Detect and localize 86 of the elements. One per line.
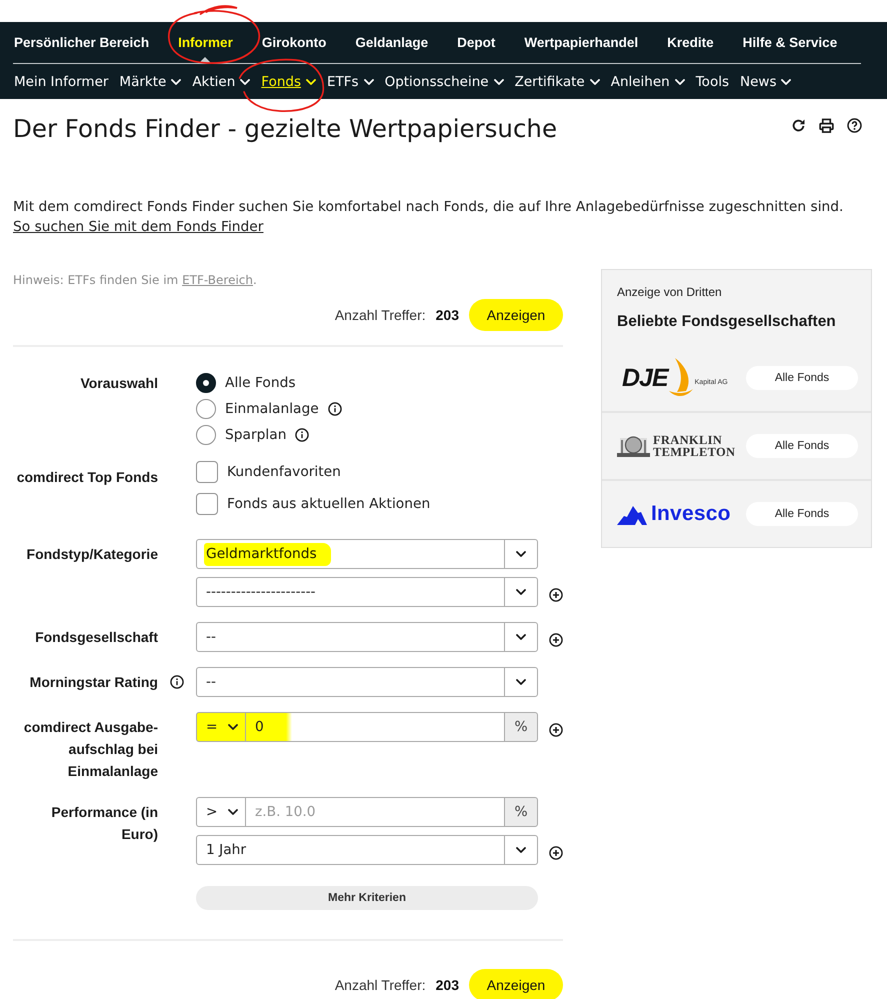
field-label: Vorauswahl — [79, 374, 158, 393]
more-criteria-button[interactable]: Mehr Kriterien — [196, 886, 538, 910]
unit-label: % — [504, 797, 538, 827]
subnav-link[interactable]: News — [740, 74, 792, 90]
ad-label: Anzeige von Dritten — [617, 285, 723, 299]
help-link[interactable]: So suchen Sie mit dem Fonds Finder — [13, 219, 264, 235]
checkbox-label[interactable]: Kundenfavoriten — [227, 464, 341, 480]
refresh-icon[interactable] — [791, 118, 806, 133]
field-label: Morningstar Rating — [28, 673, 158, 692]
mountain-icon — [617, 504, 647, 524]
chevron-down-icon — [516, 847, 526, 853]
subnav-link[interactable]: Anleihen — [610, 74, 685, 90]
plus-circle-icon[interactable] — [549, 633, 563, 647]
subnav-link[interactable]: ETFs — [326, 74, 374, 90]
panel-title: Beliebte Fondsgesellschaften — [617, 313, 837, 331]
radio-label[interactable]: Alle Fonds — [225, 375, 296, 391]
chevron-down-icon — [516, 589, 526, 595]
value-input[interactable]: 0 — [246, 712, 504, 742]
radio-button[interactable] — [196, 425, 216, 445]
subnav-link[interactable]: Optionsscheine — [384, 74, 504, 90]
result-count-label: Anzahl Treffer: — [334, 307, 426, 323]
subnav-link[interactable]: Tools — [696, 74, 729, 90]
operator-dropdown[interactable]: = — [196, 712, 246, 742]
info-icon[interactable] — [328, 402, 342, 416]
logo-wordmark: Invesco — [651, 502, 731, 526]
dropdown-field[interactable]: -- — [196, 622, 538, 652]
all-funds-button[interactable]: Alle Fonds — [746, 366, 858, 390]
nav-link[interactable]: Informer — [178, 35, 233, 50]
unit-label: % — [504, 712, 538, 742]
nav-link[interactable]: Kredite — [667, 35, 714, 50]
medallion-icon — [617, 435, 650, 457]
nav-link[interactable]: Hilfe & Service — [742, 35, 838, 50]
subnav-link[interactable]: Fonds — [261, 74, 316, 90]
plus-circle-icon[interactable] — [549, 846, 563, 860]
info-icon[interactable] — [170, 675, 184, 689]
field-label: Fondstyp/Kategorie — [26, 545, 158, 564]
all-funds-button[interactable]: Alle Fonds — [746, 434, 858, 458]
dropdown-field[interactable]: -- — [196, 667, 538, 697]
logo-wordmark: FRANKLIN — [653, 434, 724, 446]
show-results-button[interactable]: Anzeigen — [469, 969, 563, 999]
print-icon[interactable] — [819, 118, 834, 133]
nav-link[interactable]: Girokonto — [262, 35, 326, 50]
subnav-link[interactable]: Mein Informer — [14, 74, 108, 90]
chevron-down-icon — [228, 809, 238, 815]
intro-paragraph: Mit dem comdirect Fonds Finder suchen Sie komfortabel nach Fonds, die auf Ihre Anlagebedürfnisse zugeschnitten sind. So suchen Sie mit dem Fonds Finder — [13, 198, 844, 237]
result-count: 203 — [436, 977, 459, 993]
operator-dropdown[interactable]: > — [196, 797, 246, 827]
field-label: comdirect Top Fonds — [16, 468, 158, 487]
sail-icon — [668, 358, 693, 398]
radio-button[interactable] — [196, 373, 216, 393]
chevron-down-icon — [516, 679, 526, 685]
chevron-down-icon — [228, 724, 238, 730]
field-label: Fondsgesellschaft — [34, 628, 158, 647]
all-funds-button[interactable]: Alle Fonds — [746, 502, 858, 526]
radio-label[interactable]: Sparplan — [225, 427, 286, 443]
plus-circle-icon[interactable] — [549, 723, 563, 737]
nav-link[interactable]: Geldanlage — [355, 35, 428, 50]
dropdown-field[interactable]: 1 Jahr — [196, 835, 538, 865]
field-label: Performance (in Euro) — [50, 803, 158, 844]
dropdown-field[interactable]: ---------------------- — [196, 577, 538, 607]
subnav-link[interactable]: Märkte — [119, 74, 182, 90]
checkbox[interactable] — [196, 461, 218, 483]
result-count: 203 — [436, 307, 459, 323]
logo-wordmark: TEMPLETON — [653, 446, 736, 458]
page-title: Der Fonds Finder - gezielte Wertpapiersuche — [13, 114, 558, 144]
checkbox[interactable] — [196, 493, 218, 515]
radio-button[interactable] — [196, 399, 216, 419]
nav-link[interactable]: Persönlicher Bereich — [14, 35, 150, 50]
show-results-button[interactable]: Anzeigen — [469, 299, 563, 331]
field-label: comdirect Ausgabe-aufschlag bei Einmalanlage — [22, 718, 158, 781]
chevron-down-icon — [516, 551, 526, 557]
chevron-down-icon — [516, 634, 526, 640]
radio-label[interactable]: Einmalanlage — [225, 401, 319, 417]
hint-text: Hinweis: ETFs finden Sie im ETF-Bereich. — [13, 272, 258, 288]
help-icon[interactable] — [847, 118, 862, 133]
plus-circle-icon[interactable] — [549, 588, 563, 602]
checkbox-label[interactable]: Fonds aus aktuellen Aktionen — [227, 496, 430, 512]
logo-wordmark: DJE — [622, 364, 668, 392]
dropdown-field[interactable]: Geldmarktfonds — [196, 539, 538, 569]
subnav-link[interactable]: Zertifikate — [514, 74, 600, 90]
result-count-label: Anzahl Treffer: — [334, 977, 426, 993]
nav-link[interactable]: Depot — [457, 35, 496, 50]
subnav-link[interactable]: Aktien — [192, 74, 250, 90]
info-icon[interactable] — [295, 428, 310, 442]
nav-link[interactable]: Wertpapierhandel — [524, 35, 638, 50]
value-input[interactable]: z.B. 10.0 — [246, 797, 504, 827]
